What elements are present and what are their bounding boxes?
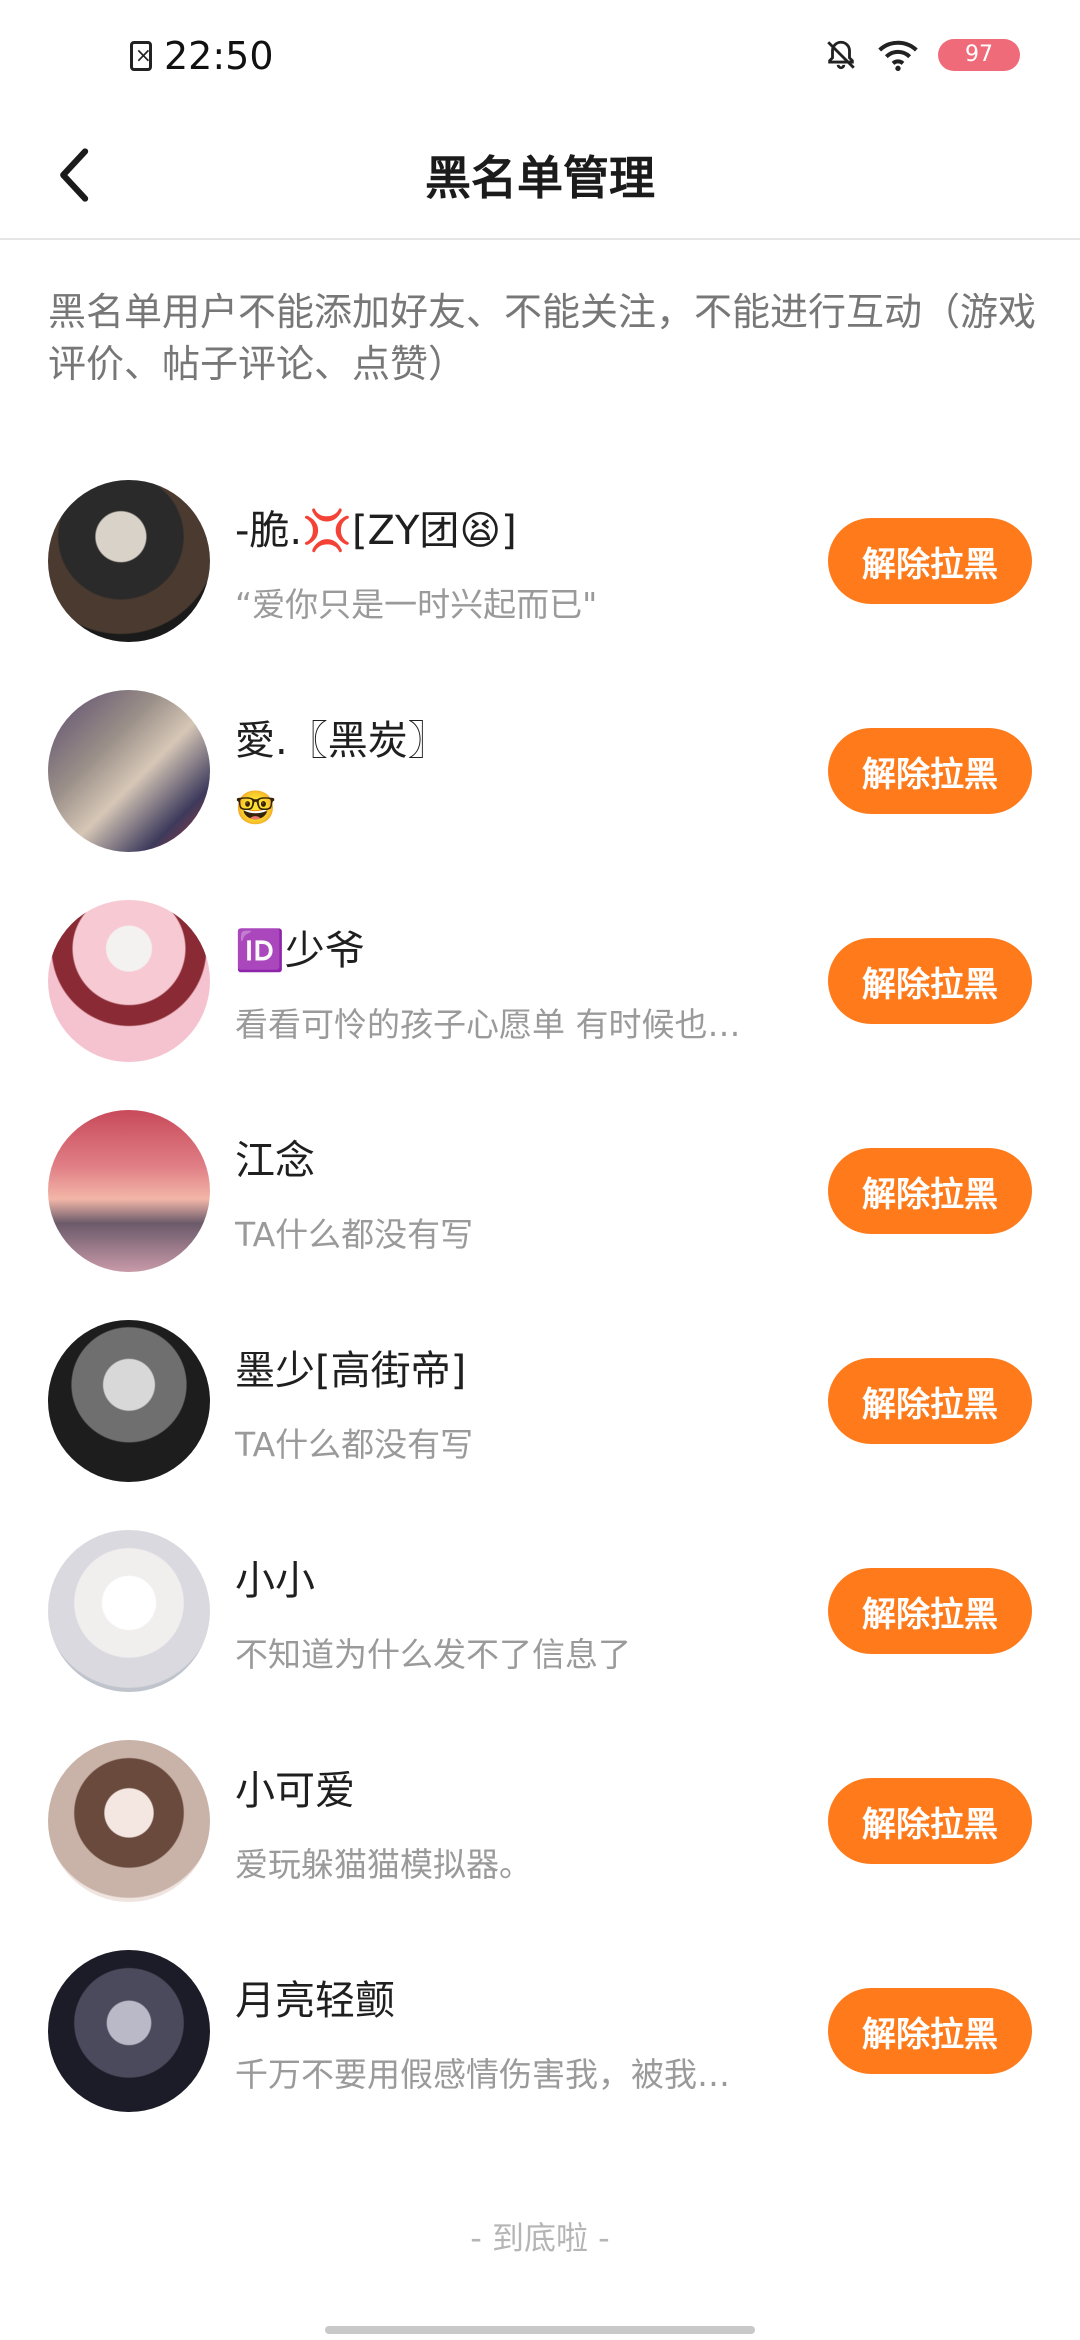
status-bar: 22:50 97	[0, 0, 1080, 120]
user-bio: “爱你只是一时兴起而已"	[235, 585, 598, 624]
avatar[interactable]	[48, 1530, 210, 1692]
list-item: 墨少[高街帝] TA什么都没有写 解除拉黑	[0, 1318, 1080, 1528]
unblock-button[interactable]: 解除拉黑	[828, 728, 1032, 814]
avatar[interactable]	[48, 900, 210, 1062]
avatar[interactable]	[48, 1110, 210, 1272]
list-item: 月亮轻颤 千万不要用假感情伤害我，被我… 解除拉黑	[0, 1948, 1080, 2158]
battery-badge: 97	[938, 39, 1020, 71]
status-time: 22:50	[164, 34, 274, 78]
header: 黑名单管理	[0, 120, 1080, 240]
list-item: 🆔少爷 看看可怜的孩子心愿单 有时候也… 解除拉黑	[0, 898, 1080, 1108]
unblock-button[interactable]: 解除拉黑	[828, 1568, 1032, 1654]
user-bio: 🤓	[235, 788, 277, 827]
sim-missing-icon	[130, 40, 152, 71]
blacklist-list: -脆.💢[ZY团😫] “爱你只是一时兴起而已" 解除拉黑 愛.〖黑炭〗 🤓 解除…	[0, 478, 1080, 2158]
unblock-button[interactable]: 解除拉黑	[828, 1358, 1032, 1444]
avatar[interactable]	[48, 1320, 210, 1482]
blacklist-description: 黑名单用户不能添加好友、不能关注，不能进行互动（游戏评价、帖子评论、点赞）	[48, 290, 1037, 386]
unblock-button[interactable]: 解除拉黑	[828, 1778, 1032, 1864]
list-item: 小可爱 爱玩躲猫猫模拟器。 解除拉黑	[0, 1738, 1080, 1948]
unblock-button[interactable]: 解除拉黑	[828, 1148, 1032, 1234]
user-bio: 千万不要用假感情伤害我，被我…	[235, 2055, 730, 2094]
user-name: 愛.〖黑炭〗	[235, 718, 448, 764]
user-bio: 爱玩躲猫猫模拟器。	[235, 1845, 532, 1884]
avatar[interactable]	[48, 480, 210, 642]
user-bio: 看看可怜的孩子心愿单 有时候也…	[235, 1005, 741, 1044]
status-right: 97	[824, 38, 1020, 72]
list-item: -脆.💢[ZY团😫] “爱你只是一时兴起而已" 解除拉黑	[0, 478, 1080, 688]
unblock-button[interactable]: 解除拉黑	[828, 938, 1032, 1024]
user-bio: 不知道为什么发不了信息了	[235, 1635, 631, 1674]
page-title: 黑名单管理	[425, 151, 655, 205]
unblock-button[interactable]: 解除拉黑	[828, 518, 1032, 604]
home-indicator[interactable]	[325, 2326, 755, 2334]
user-bio: TA什么都没有写	[235, 1215, 474, 1254]
user-bio: TA什么都没有写	[235, 1425, 474, 1464]
user-name: 🆔少爷	[235, 928, 365, 974]
user-name: 月亮轻颤	[235, 1978, 395, 2024]
avatar[interactable]	[48, 1740, 210, 1902]
bell-off-icon	[827, 40, 855, 70]
user-name: 墨少[高街帝]	[235, 1348, 467, 1394]
status-left: 22:50	[130, 34, 274, 78]
unblock-button[interactable]: 解除拉黑	[828, 1988, 1032, 2074]
list-item: 愛.〖黑炭〗 🤓 解除拉黑	[0, 688, 1080, 898]
list-item: 小小 不知道为什么发不了信息了 解除拉黑	[0, 1528, 1080, 1738]
user-name: 小可爱	[235, 1768, 355, 1814]
user-name: 江念	[235, 1138, 315, 1184]
avatar[interactable]	[48, 1950, 210, 2112]
wifi-icon	[878, 40, 918, 71]
list-item: 江念 TA什么都没有写 解除拉黑	[0, 1108, 1080, 1318]
user-name: 小小	[235, 1558, 315, 1604]
user-name: -脆.💢[ZY团😫]	[235, 508, 517, 554]
avatar[interactable]	[48, 690, 210, 852]
list-end-text: - 到底啦 -	[470, 2219, 610, 2257]
